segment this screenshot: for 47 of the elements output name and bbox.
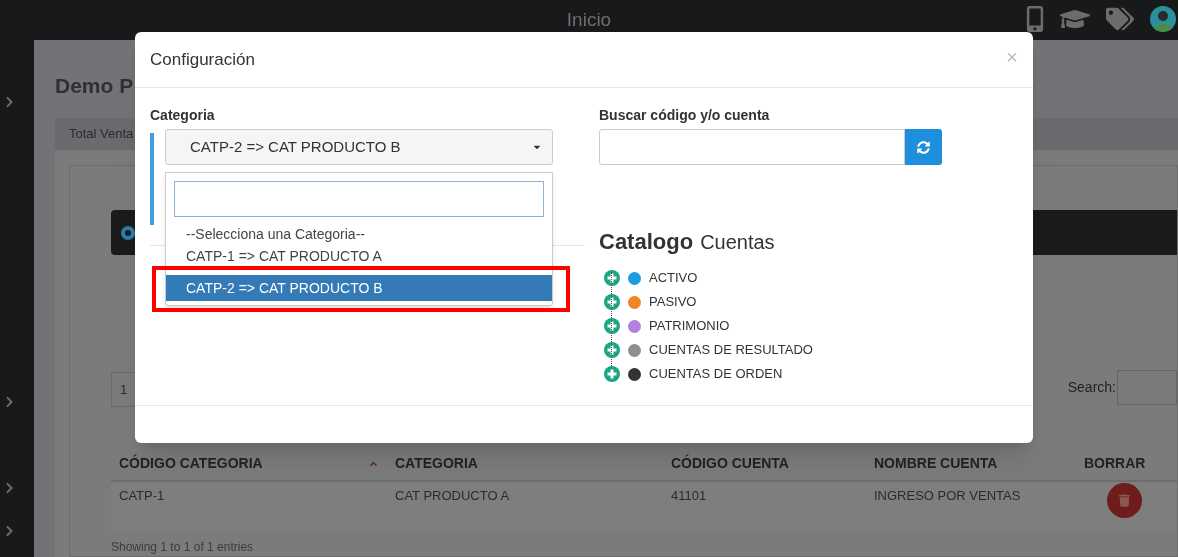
sort-caret-icon: [368, 459, 379, 468]
category-select[interactable]: CATP-2 => CAT PRODUCTO B: [165, 129, 553, 165]
tree-item[interactable]: PASIVO: [649, 292, 697, 312]
tree-item[interactable]: CUENTAS DE ORDEN: [649, 364, 783, 384]
chevron-right-icon[interactable]: [5, 396, 14, 408]
column-header[interactable]: CÓDIGO CUENTA: [671, 453, 874, 474]
circle-icon[interactable]: [121, 225, 135, 240]
tree-item[interactable]: PATRIMONIO: [649, 316, 730, 336]
trash-icon: [1118, 494, 1130, 507]
plus-circle-icon[interactable]: [604, 366, 620, 382]
plus-circle-icon[interactable]: [604, 318, 620, 334]
refresh-icon: [917, 140, 930, 154]
delete-button[interactable]: [1106, 483, 1142, 518]
column-header[interactable]: BORRAR: [1084, 453, 1164, 474]
tree-item[interactable]: CUENTAS DE RESULTADO: [649, 340, 813, 360]
page-heading: Inicio: [566, 7, 612, 32]
catalog-title: Catalogo: [599, 228, 694, 256]
field-label: Categoria: [150, 106, 216, 125]
column-header[interactable]: CATEGORIA: [395, 453, 671, 474]
dropdown-option[interactable]: CATP-2 => CAT PRODUCTO B: [166, 275, 552, 301]
modal-title: Configuración: [150, 48, 255, 71]
page-title: Demo P: [55, 73, 135, 99]
column-header[interactable]: CÓDIGO CATEGORIA: [119, 453, 395, 474]
chevron-right-icon[interactable]: [5, 96, 14, 108]
field-label: Buscar código y/o cuenta: [599, 106, 771, 125]
tree-item[interactable]: ACTIVO: [649, 268, 698, 288]
dropdown-option[interactable]: --Selecciona una Categoria--: [166, 223, 552, 245]
entries-info: Showing 1 to 1 of 1 entries: [111, 539, 255, 556]
dropdown-option[interactable]: CATP-1 => CAT PRODUCTO A: [166, 245, 552, 267]
plus-circle-icon[interactable]: [604, 294, 620, 310]
catalog-subtitle: Cuentas: [700, 230, 775, 255]
tab[interactable]: Total Venta: [69, 124, 134, 144]
avatar-icon[interactable]: [1150, 6, 1176, 32]
chevron-right-icon[interactable]: [5, 525, 14, 537]
column-header[interactable]: NOMBRE CUENTA: [874, 453, 1084, 474]
refresh-button[interactable]: [905, 129, 942, 165]
table-cell: INGRESO POR VENTAS: [874, 488, 1021, 503]
table-cell: CAT PRODUCTO A: [395, 488, 510, 503]
chevron-right-icon[interactable]: [5, 482, 14, 494]
plus-circle-icon[interactable]: [604, 342, 620, 358]
dropdown-search-field[interactable]: [174, 181, 544, 217]
table-cell: CATP-1: [119, 488, 165, 503]
table-cell: 41101: [671, 488, 707, 503]
search-label: Search:: [1067, 378, 1116, 397]
plus-circle-icon[interactable]: [604, 270, 620, 286]
tags-icon[interactable]: [1106, 6, 1134, 32]
phone-icon[interactable]: [1026, 6, 1044, 32]
